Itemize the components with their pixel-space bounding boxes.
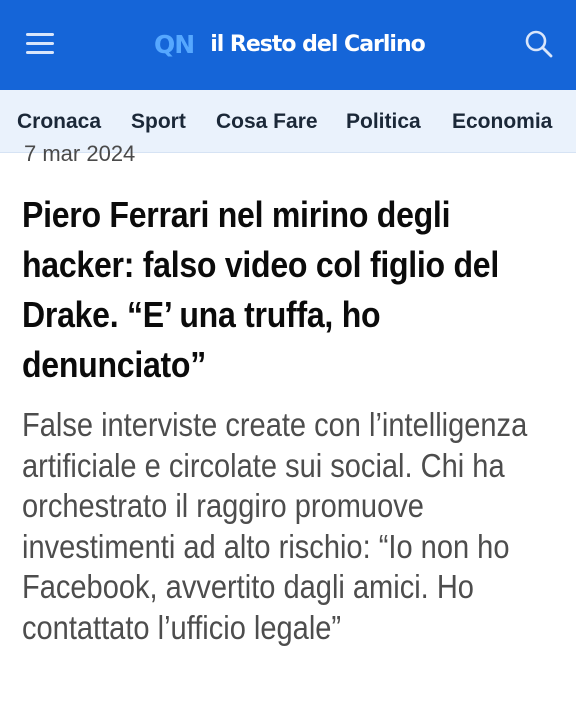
- article-headline: Piero Ferrari nel mirino degli hacker: f…: [22, 194, 499, 385]
- article-date: 7 mar 2024: [24, 141, 136, 166]
- site-name: il Resto del Carlino: [210, 31, 426, 57]
- nav-item-economia[interactable]: Economia: [452, 110, 552, 134]
- nav-item-cronaca[interactable]: Cronaca: [17, 110, 101, 134]
- nav-item-politica[interactable]: Politica: [346, 110, 421, 134]
- top-app-bar: QN il Resto del Carlino: [0, 0, 576, 90]
- search-icon[interactable]: [524, 29, 554, 59]
- nav-item-sport[interactable]: Sport: [131, 110, 186, 134]
- site-logo[interactable]: QN il Resto del Carlino: [154, 24, 426, 64]
- qn-logo-text: QN: [154, 29, 195, 59]
- nav-item-cosa-fare[interactable]: Cosa Fare: [216, 110, 318, 134]
- article-summary: False interviste create con l’intelligen…: [22, 406, 528, 646]
- hamburger-menu-icon[interactable]: [24, 28, 58, 58]
